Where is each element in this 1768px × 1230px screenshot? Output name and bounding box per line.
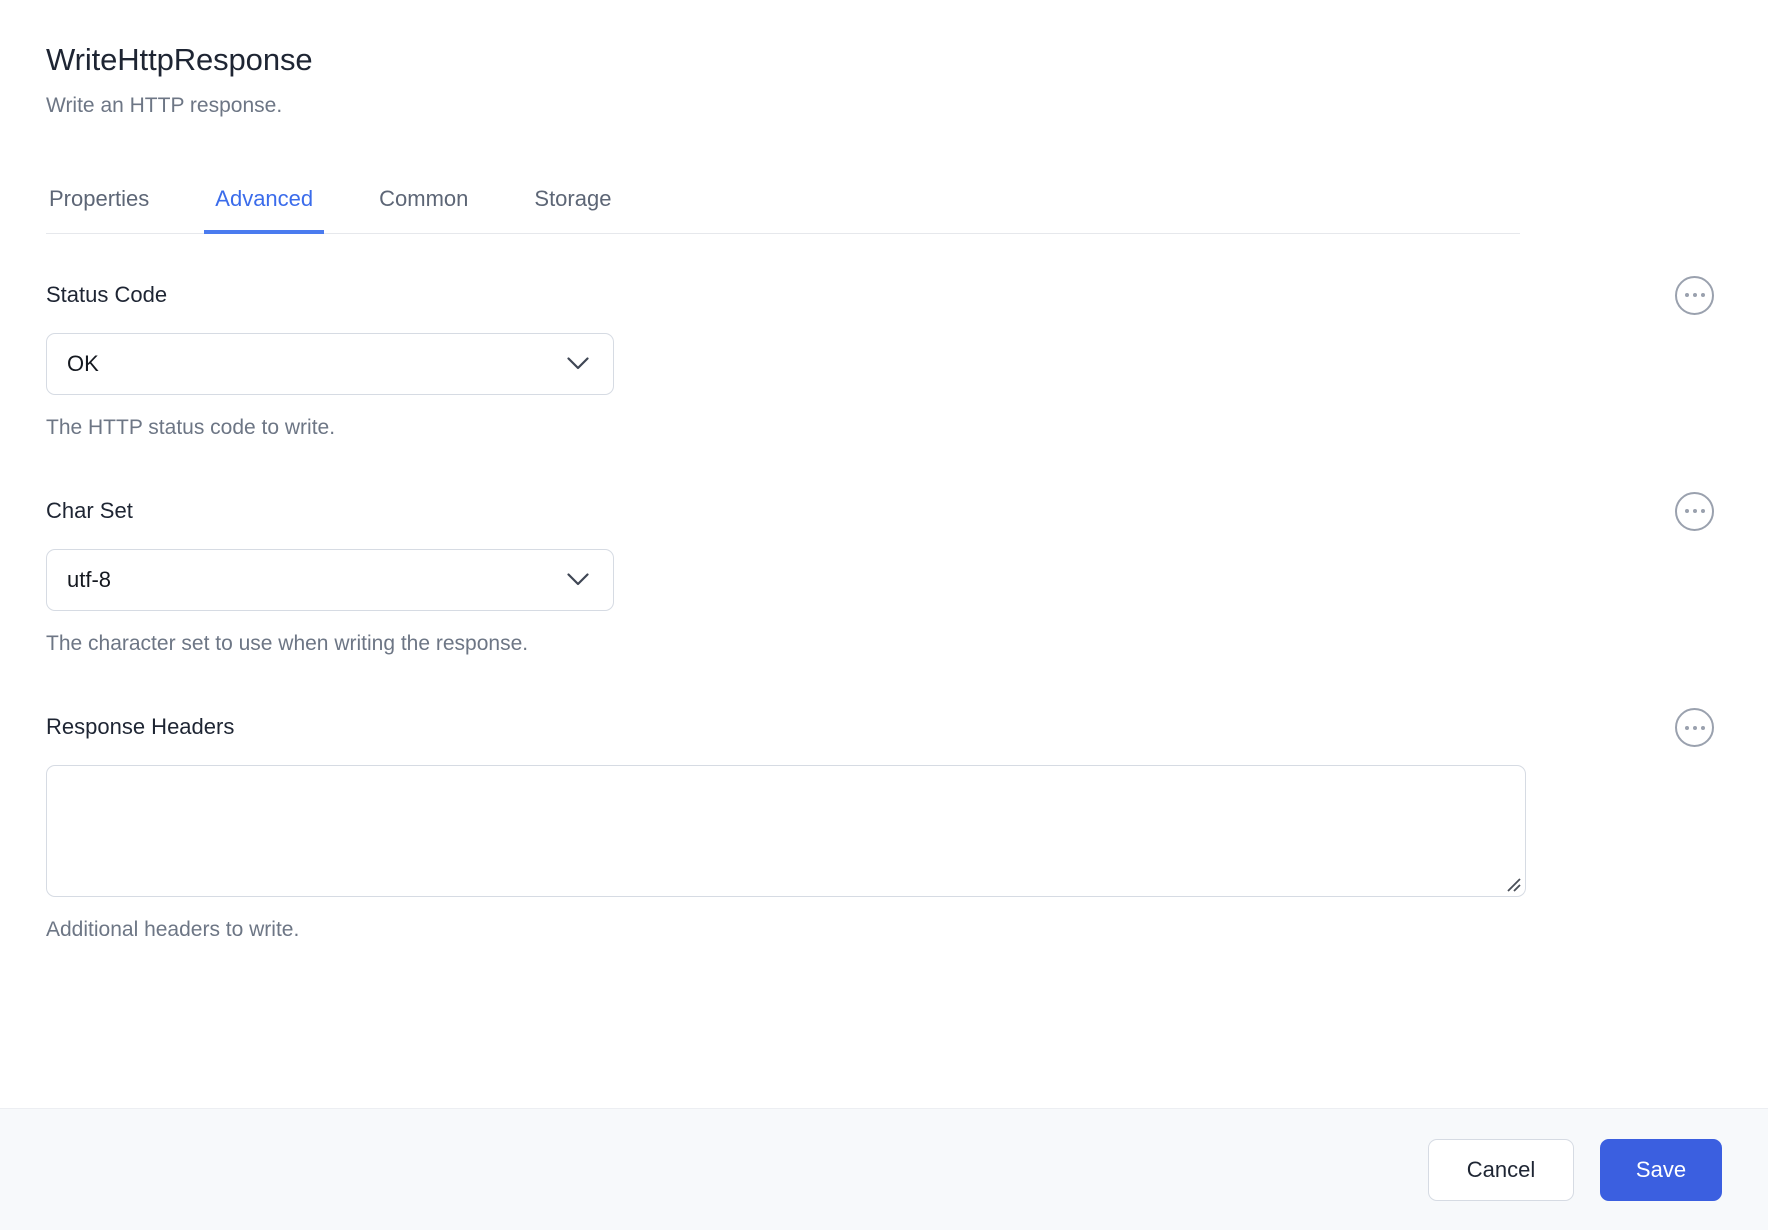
field-help-response-headers: Additional headers to write.: [46, 918, 300, 942]
field-label-char-set: Char Set: [46, 498, 133, 524]
tab-bar: Properties Advanced Common Storage: [0, 152, 1768, 234]
page-title: WriteHttpResponse: [46, 42, 313, 77]
field-header-status-code: Status Code: [46, 275, 1722, 315]
status-code-select[interactable]: OK: [46, 332, 614, 395]
field-label-response-headers: Response Headers: [46, 714, 235, 740]
ellipsis-circle-icon[interactable]: [1675, 491, 1714, 531]
cancel-button[interactable]: Cancel: [1428, 1138, 1574, 1201]
status-code-select-value: OK: [67, 350, 99, 376]
char-set-select-value: utf-8: [67, 566, 112, 592]
save-button[interactable]: Save: [1600, 1138, 1722, 1201]
ellipsis-circle-icon[interactable]: [1675, 275, 1714, 315]
resize-handle-icon[interactable]: [1505, 876, 1521, 892]
field-help-status-code: The HTTP status code to write.: [46, 415, 336, 439]
chevron-down-icon: [567, 357, 589, 370]
response-headers-textarea[interactable]: [46, 765, 1526, 898]
chevron-down-icon: [567, 573, 589, 586]
tab-storage[interactable]: Storage: [531, 186, 614, 234]
tab-advanced[interactable]: Advanced: [204, 186, 324, 234]
dialog-body: Status Code OK The HTTP status code to w…: [0, 234, 1768, 1108]
tab-common[interactable]: Common: [376, 186, 471, 234]
page-subtitle: Write an HTTP response.: [46, 93, 283, 117]
tab-properties[interactable]: Properties: [46, 186, 152, 234]
field-header-char-set: Char Set: [46, 491, 1722, 531]
char-set-select[interactable]: utf-8: [46, 548, 614, 611]
dialog-footer: Cancel Save: [0, 1108, 1768, 1230]
field-header-response-headers: Response Headers: [46, 708, 1722, 748]
write-http-response-dialog: WriteHttpResponse Write an HTTP response…: [0, 0, 1768, 1230]
field-status-code: Status Code OK The HTTP status code to w…: [46, 275, 1722, 440]
field-help-char-set: The character set to use when writing th…: [46, 631, 529, 655]
ellipsis-circle-icon[interactable]: [1675, 708, 1714, 748]
dialog-header: WriteHttpResponse Write an HTTP response…: [0, 0, 1768, 118]
field-response-headers: Response Headers Additional headers to w…: [46, 708, 1722, 942]
field-label-status-code: Status Code: [46, 282, 168, 308]
field-char-set: Char Set utf-8 The character set to use …: [46, 491, 1722, 656]
